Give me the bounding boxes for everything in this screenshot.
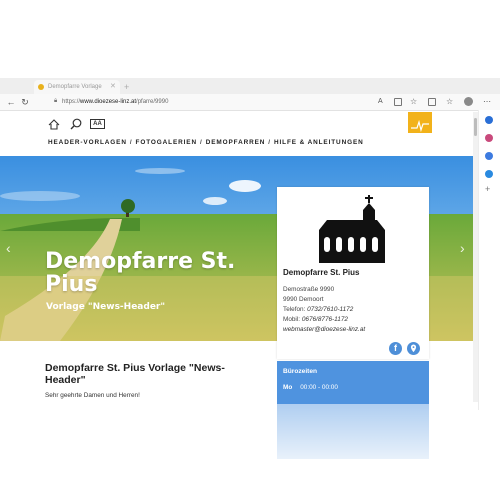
lock-icon[interactable]: 🔒︎ <box>54 98 57 105</box>
address-url[interactable]: https://www.dioezese-linz.at/pfarre/9990 <box>62 96 168 108</box>
browser-tab[interactable]: Demopfarre Vorlage <box>34 80 120 94</box>
read-aloud-icon[interactable]: A <box>378 98 386 106</box>
reload-icon[interactable]: ↻ <box>20 96 30 108</box>
back-icon[interactable]: ← <box>6 96 16 108</box>
scrollbar[interactable] <box>473 112 478 402</box>
nav-separator: / <box>200 139 203 146</box>
facebook-icon[interactable]: f <box>389 342 402 355</box>
sidebar-shopping-icon[interactable] <box>485 134 493 142</box>
nav-item-hilfe-anleitungen[interactable]: HILFE & ANLEITUNGEN <box>274 139 364 146</box>
phone-line: Telefon: 0732/7610-1172 <box>283 306 354 313</box>
new-tab-icon[interactable]: + <box>124 80 129 94</box>
sidebar-outlook-icon[interactable] <box>485 170 493 178</box>
favorite-star-icon[interactable]: ☆ <box>410 98 418 106</box>
scrollbar-thumb[interactable] <box>474 118 477 136</box>
site-logo[interactable] <box>408 112 432 133</box>
address-city: 9990 Demoort <box>283 296 324 303</box>
parish-name: Demopfarre St. Pius <box>283 268 360 277</box>
article-greeting: Sehr geehrte Damen und Herren! <box>45 392 140 399</box>
map-pin-icon[interactable] <box>407 342 420 355</box>
office-hours-title: Bürozeiten <box>283 368 318 375</box>
nav-item-demopfarren[interactable]: DEMOPFARREN <box>206 139 266 146</box>
search-icon[interactable] <box>70 118 82 130</box>
nav-separator: / <box>268 139 271 146</box>
phone-link[interactable]: 0732/7610-1172 <box>307 306 353 313</box>
office-hours-row: Mo 00:00 - 00:00 <box>283 384 338 391</box>
email-link[interactable]: webmaster@dioezese-linz.at <box>283 325 365 334</box>
nav-item-header-vorlagen[interactable]: HEADER-VORLAGEN <box>48 139 127 146</box>
sidebar-add-icon[interactable]: + <box>485 184 490 194</box>
profile-icon[interactable] <box>464 97 473 106</box>
mobile-link[interactable]: 0676/8776-1172 <box>302 316 348 323</box>
tab-favicon-icon <box>38 84 44 90</box>
home-icon[interactable] <box>48 119 60 130</box>
slider-prev-icon[interactable]: ‹ <box>6 240 11 256</box>
hero-title: Demopfarre St. Pius <box>45 249 236 297</box>
mobile-line: Mobil: 0676/8776-1172 <box>283 316 348 323</box>
sidebar-search-icon[interactable] <box>485 116 493 124</box>
sidebar-tools-icon[interactable] <box>485 152 493 160</box>
address-street: Demostraße 9990 <box>283 286 335 293</box>
extensions-icon[interactable] <box>428 98 436 106</box>
immersive-reader-icon[interactable] <box>394 98 402 106</box>
nav-item-fotogalerien[interactable]: FOTOGALERIEN <box>136 139 197 146</box>
main-nav: HEADER-VORLAGEN / FOTOGALERIEN / DEMOPFARREN… <box>48 139 364 146</box>
slider-next-icon[interactable]: › <box>460 240 465 256</box>
more-icon[interactable]: ⋯ <box>483 96 491 108</box>
font-size-toggle[interactable]: AA <box>90 119 105 129</box>
nav-separator: / <box>129 139 133 146</box>
bottom-fade-overlay <box>0 404 478 464</box>
hero-subtitle: Vorlage "News-Header" <box>46 302 166 312</box>
favorites-icon[interactable]: ☆ <box>446 98 454 106</box>
tab-close-icon[interactable]: ✕ <box>110 80 116 94</box>
church-icon <box>319 195 385 263</box>
article-title[interactable]: Demopfarre St. Pius Vorlage "News-Header… <box>45 362 260 386</box>
